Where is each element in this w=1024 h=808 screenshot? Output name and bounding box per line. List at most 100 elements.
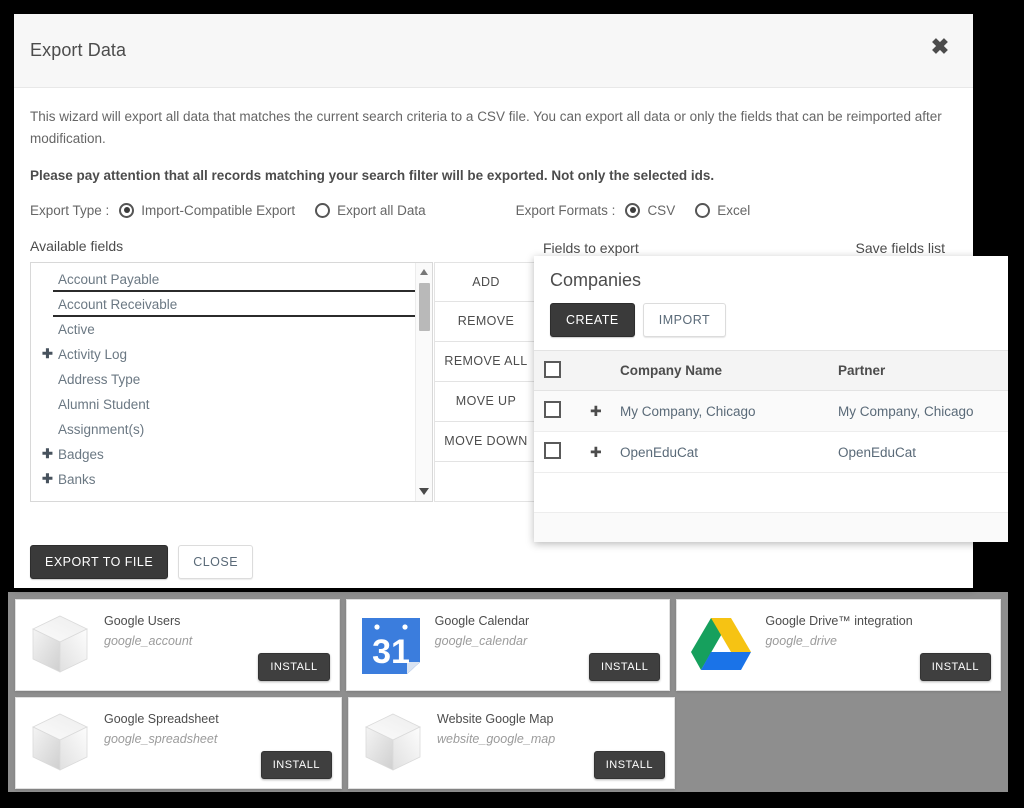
intro-text: This wizard will export all data that ma… bbox=[30, 109, 942, 146]
list-item-label: Account Payable bbox=[58, 271, 160, 287]
app-card-google-calendar[interactable]: 31 Google Calendar google_calendar INSTA… bbox=[345, 599, 671, 691]
scroll-down-arrow-icon[interactable] bbox=[416, 484, 432, 499]
radio-label: CSV bbox=[647, 202, 676, 218]
list-item[interactable]: ✚ Badges bbox=[31, 442, 432, 467]
fields-to-export-header: Fields to export Save fields list bbox=[539, 240, 949, 256]
list-item[interactable]: ✚ Account Receivable bbox=[31, 292, 432, 317]
apps-row: Google Spreadsheet google_spreadsheet IN… bbox=[12, 694, 1004, 792]
app-card-google-spreadsheet[interactable]: Google Spreadsheet google_spreadsheet IN… bbox=[15, 697, 342, 789]
app-card-text: Google Users google_account bbox=[98, 614, 192, 648]
install-button[interactable]: INSTALL bbox=[258, 653, 330, 681]
close-icon[interactable]: ✖ bbox=[927, 34, 953, 60]
radio-export-all-data[interactable]: Export all Data bbox=[315, 202, 426, 218]
app-name: Website Google Map bbox=[437, 712, 554, 726]
listbox-scrollbar[interactable] bbox=[415, 262, 432, 501]
radio-label: Import-Compatible Export bbox=[141, 202, 296, 218]
cell-company-name: OpenEduCat bbox=[610, 431, 828, 473]
table-row[interactable]: ✚ My Company, Chicago My Company, Chicag… bbox=[534, 390, 1008, 432]
app-card-website-google-map[interactable]: Website Google Map website_google_map IN… bbox=[348, 697, 675, 789]
app-card-text: Google Spreadsheet google_spreadsheet bbox=[98, 712, 219, 746]
row-checkbox-cell bbox=[534, 431, 580, 473]
cell-company-name: My Company, Chicago bbox=[610, 390, 828, 432]
app-technical-name: google_account bbox=[104, 634, 193, 648]
app-technical-name: website_google_map bbox=[437, 732, 556, 746]
drag-handle-icon[interactable]: ✚ bbox=[590, 404, 602, 418]
export-formats-label: Export Formats : bbox=[515, 202, 616, 218]
google-calendar-icon: 31 bbox=[353, 607, 429, 683]
radio-format-excel[interactable]: Excel bbox=[695, 202, 751, 218]
app-name: Google Users bbox=[104, 614, 181, 628]
cell-partner: My Company, Chicago bbox=[828, 390, 1008, 432]
install-button[interactable]: INSTALL bbox=[589, 653, 661, 681]
checkbox-unchecked-icon[interactable] bbox=[544, 401, 561, 418]
column-header-company-name[interactable]: Company Name bbox=[610, 350, 828, 391]
move-up-button[interactable]: MOVE UP bbox=[434, 381, 538, 422]
fields-to-export-label: Fields to export bbox=[543, 239, 639, 256]
app-card-google-drive[interactable]: Google Drive™ integration google_drive I… bbox=[676, 599, 1002, 691]
list-item[interactable]: ✚ Active bbox=[31, 317, 432, 342]
transfer-column-filler bbox=[434, 461, 538, 502]
row-drag-cell: ✚ bbox=[580, 431, 610, 473]
scroll-up-arrow-icon[interactable] bbox=[416, 265, 432, 280]
table-row[interactable]: ✚ OpenEduCat OpenEduCat bbox=[534, 431, 1008, 473]
export-type-radio-group: Import-Compatible Export Export all Data bbox=[119, 202, 445, 218]
column-header-partner[interactable]: Partner bbox=[828, 350, 1008, 391]
plus-icon[interactable]: ✚ bbox=[42, 446, 55, 462]
table-header-row: Company Name Partner bbox=[534, 350, 1008, 391]
list-item-label: Activity Log bbox=[58, 346, 128, 362]
companies-action-buttons: CREATE IMPORT bbox=[550, 303, 1008, 337]
select-all-header bbox=[534, 350, 580, 391]
save-fields-list-link[interactable]: Save fields list bbox=[856, 240, 945, 256]
list-item[interactable]: ✚ Account Payable bbox=[31, 267, 432, 292]
list-item-label: Assignment(s) bbox=[58, 421, 145, 437]
move-down-button[interactable]: MOVE DOWN bbox=[434, 421, 538, 462]
apps-row: Google Users google_account INSTALL 31 G… bbox=[12, 596, 1004, 694]
install-button[interactable]: INSTALL bbox=[919, 653, 992, 681]
app-name: Google Calendar bbox=[434, 614, 530, 628]
list-item[interactable]: ✚ Address Type bbox=[31, 367, 432, 392]
app-name: Google Drive™ integration bbox=[765, 614, 913, 628]
checkbox-unchecked-icon[interactable] bbox=[544, 442, 561, 459]
list-item-label: Active bbox=[58, 321, 95, 337]
list-item[interactable]: ✚ Alumni Student bbox=[31, 392, 432, 417]
row-checkbox-cell bbox=[534, 390, 580, 432]
add-button[interactable]: ADD bbox=[434, 261, 538, 302]
radio-format-csv[interactable]: CSV bbox=[625, 202, 676, 218]
install-button[interactable]: INSTALL bbox=[593, 751, 665, 779]
radio-label: Excel bbox=[717, 202, 751, 218]
google-drive-icon bbox=[683, 607, 759, 683]
install-button[interactable]: INSTALL bbox=[260, 751, 332, 779]
list-item[interactable]: ✚ Assignment(s) bbox=[31, 417, 432, 442]
list-item-label: Badges bbox=[58, 446, 104, 462]
remove-all-button[interactable]: REMOVE ALL bbox=[434, 341, 538, 382]
app-technical-name: google_spreadsheet bbox=[104, 732, 218, 746]
companies-panel: Companies CREATE IMPORT Company Name Par… bbox=[534, 256, 1008, 542]
list-item[interactable]: ✚ Banks bbox=[31, 467, 432, 492]
remove-button[interactable]: REMOVE bbox=[434, 301, 538, 342]
app-card-text: Google Calendar google_calendar bbox=[429, 614, 530, 648]
radio-import-compatible-export[interactable]: Import-Compatible Export bbox=[119, 202, 296, 218]
app-card-google-users[interactable]: Google Users google_account INSTALL bbox=[15, 599, 340, 691]
companies-header: Companies CREATE IMPORT bbox=[534, 256, 1008, 337]
app-card-text: Google Drive™ integration google_drive bbox=[759, 614, 912, 648]
default-module-cube-icon bbox=[22, 705, 98, 781]
list-item[interactable]: ✚ Activity Log bbox=[31, 342, 432, 367]
checkbox-unchecked-icon[interactable] bbox=[544, 360, 561, 378]
page-title: Export Data bbox=[30, 40, 127, 60]
export-to-file-button[interactable]: EXPORT TO FILE bbox=[30, 545, 169, 579]
app-name: Google Spreadsheet bbox=[104, 712, 219, 726]
default-module-cube-icon bbox=[22, 607, 98, 683]
apps-kanban-panel: Google Users google_account INSTALL 31 G… bbox=[8, 592, 1008, 792]
create-button[interactable]: CREATE bbox=[550, 303, 635, 337]
drag-handle-icon[interactable]: ✚ bbox=[590, 445, 602, 459]
radio-dot-icon bbox=[315, 202, 331, 218]
close-button[interactable]: CLOSE bbox=[178, 545, 254, 579]
dialog-footer: EXPORT TO FILE CLOSE bbox=[14, 536, 973, 588]
available-fields-listbox[interactable]: ✚ Account Payable ✚ Account Receivable ✚… bbox=[30, 261, 433, 502]
available-fields-list: ✚ Account Payable ✚ Account Receivable ✚… bbox=[31, 263, 432, 492]
list-item-label: Account Receivable bbox=[58, 296, 178, 312]
plus-icon[interactable]: ✚ bbox=[42, 471, 55, 487]
scrollbar-thumb[interactable] bbox=[419, 282, 430, 331]
plus-icon[interactable]: ✚ bbox=[42, 346, 55, 362]
import-button[interactable]: IMPORT bbox=[642, 303, 727, 337]
